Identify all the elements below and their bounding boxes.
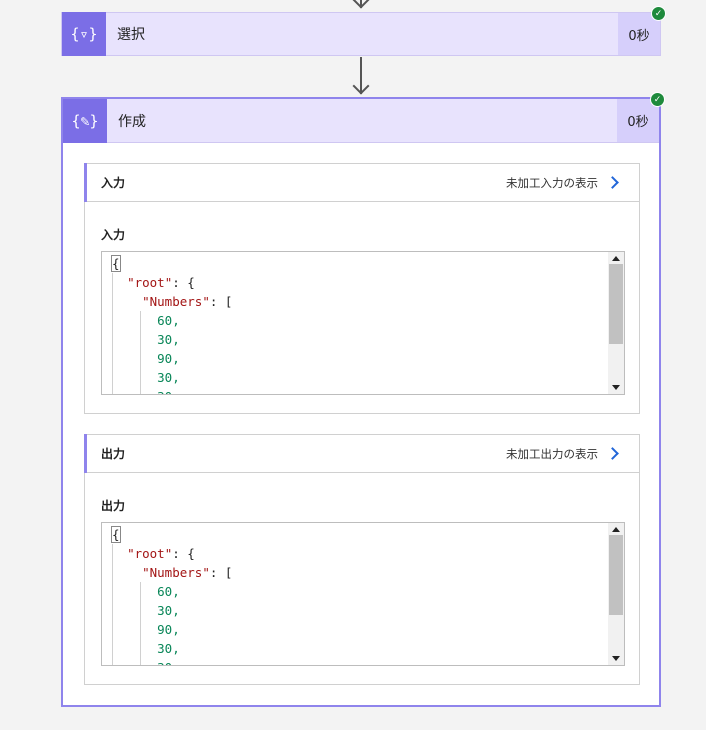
code-line: 30: [112, 387, 232, 394]
output-field-label: 出力: [101, 499, 126, 513]
output-code-viewer[interactable]: { "root": { "Numbers": [ 60, 30, 90, 30,…: [101, 522, 625, 666]
scroll-down-arrow-icon[interactable]: [612, 385, 620, 390]
code-key-root: "root": [127, 275, 173, 290]
compose-action-title: 作成: [118, 113, 146, 130]
input-code-lines: { "root": { "Numbers": [ 60, 30, 90, 30,…: [111, 254, 233, 394]
code-line: 60,: [112, 582, 232, 601]
chevron-right-icon[interactable]: [606, 447, 619, 460]
output-code-lines: { "root": { "Numbers": [ 60, 30, 90, 30,…: [111, 525, 233, 665]
output-scrollbar[interactable]: [608, 523, 624, 665]
output-section: 出力 未加工出力の表示 出力 { "root": { "Numbers": [ …: [84, 434, 640, 685]
code-key-numbers: "Numbers": [142, 565, 210, 580]
code-number: 30,: [157, 641, 180, 656]
success-check-icon: ✓: [651, 6, 666, 21]
input-section-title: 入力: [101, 176, 126, 190]
code-line: "root": {: [127, 546, 195, 561]
code-number: 30,: [157, 603, 180, 618]
code-number: 90,: [157, 622, 180, 637]
select-action-header[interactable]: {▿} 選択 0秒 ✓: [61, 6, 666, 56]
code-line: "root": {: [127, 275, 195, 290]
code-key-root: "root": [127, 546, 173, 561]
code-line: 90,: [112, 620, 232, 639]
code-number: 90,: [157, 351, 180, 366]
code-number: 60,: [157, 313, 180, 328]
code-number: 30,: [157, 370, 180, 385]
code-line: {: [111, 525, 232, 544]
scroll-up-arrow-icon[interactable]: [612, 256, 620, 261]
code-open-brace: {: [111, 255, 121, 272]
success-check-icon: ✓: [650, 92, 665, 107]
compose-action-card: {✎} 作成 0秒 ✓ 入力 未加工入力の表示 入力 { "root": { "…: [61, 92, 665, 707]
scroll-thumb[interactable]: [609, 264, 623, 344]
filter-braces-icon: {▿}: [62, 12, 106, 56]
code-line: 30,: [112, 330, 232, 349]
input-code-viewer[interactable]: { "root": { "Numbers": [ 60, 30, 90, 30,…: [101, 251, 625, 395]
input-section-header[interactable]: 入力 未加工入力の表示: [84, 163, 639, 202]
compose-braces-icon: {✎}: [63, 98, 107, 143]
code-line: 30,: [112, 368, 232, 387]
code-line: "Numbers": [: [142, 294, 233, 309]
code-open-brace: {: [111, 526, 121, 543]
input-field-label: 入力: [101, 228, 126, 242]
code-line: 30: [112, 658, 232, 665]
code-line: "Numbers": [: [142, 565, 233, 580]
show-raw-output-link[interactable]: 未加工出力の表示: [506, 446, 598, 462]
code-line: 60,: [112, 311, 232, 330]
show-raw-input-link[interactable]: 未加工入力の表示: [506, 175, 598, 191]
output-section-title: 出力: [101, 447, 126, 461]
top-connector-arrow-icon: [352, 0, 370, 9]
code-line: {: [111, 254, 232, 273]
code-number: 30,: [157, 332, 180, 347]
chevron-right-icon[interactable]: [606, 176, 619, 189]
code-number: 30: [157, 389, 172, 394]
code-number: 30: [157, 660, 172, 665]
select-action-card[interactable]: {▿} 選択 0秒 ✓: [61, 6, 666, 56]
code-line: 90,: [112, 349, 232, 368]
input-scrollbar[interactable]: [608, 252, 624, 394]
code-number: 60,: [157, 584, 180, 599]
scroll-thumb[interactable]: [609, 535, 623, 615]
code-line: 30,: [112, 601, 232, 620]
input-section: 入力 未加工入力の表示 入力 { "root": { "Numbers": [ …: [84, 163, 640, 414]
code-key-numbers: "Numbers": [142, 294, 210, 309]
compose-action-header[interactable]: {✎} 作成 0秒 ✓: [63, 92, 665, 143]
select-action-title: 選択: [117, 27, 145, 43]
code-line: 30,: [112, 639, 232, 658]
scroll-up-arrow-icon[interactable]: [612, 527, 620, 532]
middle-connector-arrow-icon: [352, 77, 370, 95]
output-section-header[interactable]: 出力 未加工出力の表示: [84, 434, 639, 473]
scroll-down-arrow-icon[interactable]: [612, 656, 620, 661]
